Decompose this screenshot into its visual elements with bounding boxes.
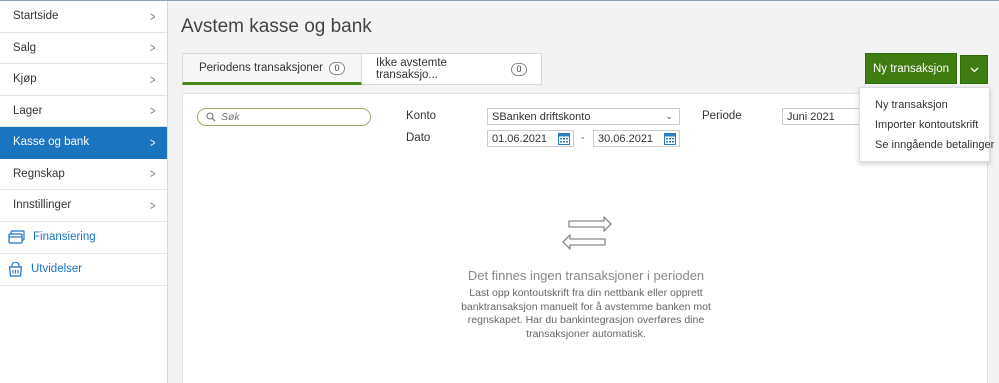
tab-periodens-transaksjoner[interactable]: Periodens transaksjoner 0 xyxy=(182,53,362,85)
sidebar-item-label: Kasse og bank xyxy=(13,136,90,149)
date-from-value: 01.06.2021 xyxy=(492,132,548,145)
sidebar-item-lager[interactable]: Lager > xyxy=(0,95,167,127)
chevron-right-icon: > xyxy=(150,40,156,56)
sidebar-item-label: Innstillinger xyxy=(13,199,72,212)
menu-item-importer-kontoutskrift[interactable]: Importer kontoutskrift xyxy=(860,115,989,135)
tab-bar: Periodens transaksjoner 0 Ikke avstemte … xyxy=(182,53,542,85)
chevron-right-icon: > xyxy=(150,134,156,150)
sidebar-item-regnskap[interactable]: Regnskap > xyxy=(0,158,167,190)
dato-label: Dato xyxy=(406,132,431,144)
main-content: Avstem kasse og bank Periodens transaksj… xyxy=(169,1,999,383)
chevron-down-icon xyxy=(970,67,978,72)
sidebar-item-label: Utvidelser xyxy=(31,263,83,275)
chevron-right-icon: > xyxy=(150,71,156,87)
sidebar-item-kasse-og-bank[interactable]: Kasse og bank > xyxy=(0,127,167,159)
count-badge: 0 xyxy=(511,62,527,76)
search-icon xyxy=(206,112,216,122)
transfer-arrows-icon xyxy=(562,216,612,250)
konto-value: SBanken driftskonto xyxy=(492,110,591,123)
sidebar-item-salg[interactable]: Salg > xyxy=(0,32,167,64)
sidebar-item-innstillinger[interactable]: Innstillinger > xyxy=(0,190,167,222)
calendar-icon[interactable] xyxy=(664,132,676,145)
sidebar-item-label: Startside xyxy=(13,10,59,23)
chevron-down-icon: ⌄ xyxy=(665,111,673,121)
sidebar-item-label: Lager xyxy=(13,104,43,117)
empty-state-title: Det finnes ingen transaksjoner i periode… xyxy=(467,268,705,283)
new-transaction-dropdown-toggle[interactable] xyxy=(960,55,988,84)
sidebar-item-label: Regnskap xyxy=(13,167,65,180)
date-separator: - xyxy=(581,132,585,144)
search-box[interactable] xyxy=(197,108,371,126)
empty-state-text: Last opp kontoutskrift fra din nettbank … xyxy=(461,287,711,340)
sidebar-item-kjop[interactable]: Kjøp > xyxy=(0,64,167,96)
count-badge: 0 xyxy=(329,61,345,75)
sidebar-item-utvidelser[interactable]: Utvidelser xyxy=(0,253,167,286)
tab-ikke-avstemte[interactable]: Ikke avstemte transaksjo... 0 xyxy=(362,53,542,85)
basket-icon xyxy=(8,261,23,277)
new-transaction-menu: Ny transaksjon Importer kontoutskrift Se… xyxy=(859,87,994,162)
tab-label: Periodens transaksjoner xyxy=(198,62,323,74)
search-input[interactable] xyxy=(221,111,361,123)
sidebar: Startside > Salg > Kjøp > Lager > Kasse … xyxy=(0,1,168,383)
chevron-right-icon: > xyxy=(150,166,156,182)
konto-label: Konto xyxy=(406,110,437,122)
sidebar-item-finansiering[interactable]: Finansiering xyxy=(0,221,167,254)
date-to-field[interactable]: 30.06.2021 xyxy=(593,130,680,147)
chevron-right-icon: > xyxy=(150,103,156,119)
chevron-right-icon: > xyxy=(150,197,156,213)
sidebar-item-startside[interactable]: Startside > xyxy=(0,1,167,33)
periode-value: Juni 2021 xyxy=(787,110,835,123)
sidebar-item-label: Finansiering xyxy=(33,231,96,243)
sidebar-item-label: Kjøp xyxy=(13,73,37,86)
new-transaction-button[interactable]: Ny transaksjon xyxy=(865,53,957,84)
page-title: Avstem kasse og bank xyxy=(181,16,372,37)
date-to-value: 30.06.2021 xyxy=(598,132,654,145)
menu-item-se-inngaende-betalinger[interactable]: Se inngående betalinger xyxy=(860,135,994,155)
card-stack-icon xyxy=(8,230,25,244)
konto-select[interactable]: SBanken driftskonto ⌄ xyxy=(487,108,680,125)
tab-label: Ikke avstemte transaksjo... xyxy=(376,57,447,81)
periode-select[interactable]: Juni 2021 xyxy=(782,108,860,125)
periode-label: Periode xyxy=(702,110,742,122)
calendar-icon[interactable] xyxy=(558,132,570,145)
chevron-right-icon: > xyxy=(150,8,156,24)
date-from-field[interactable]: 01.06.2021 xyxy=(487,130,574,147)
menu-item-ny-transaksjon[interactable]: Ny transaksjon xyxy=(860,95,989,115)
sidebar-item-label: Salg xyxy=(13,41,37,54)
